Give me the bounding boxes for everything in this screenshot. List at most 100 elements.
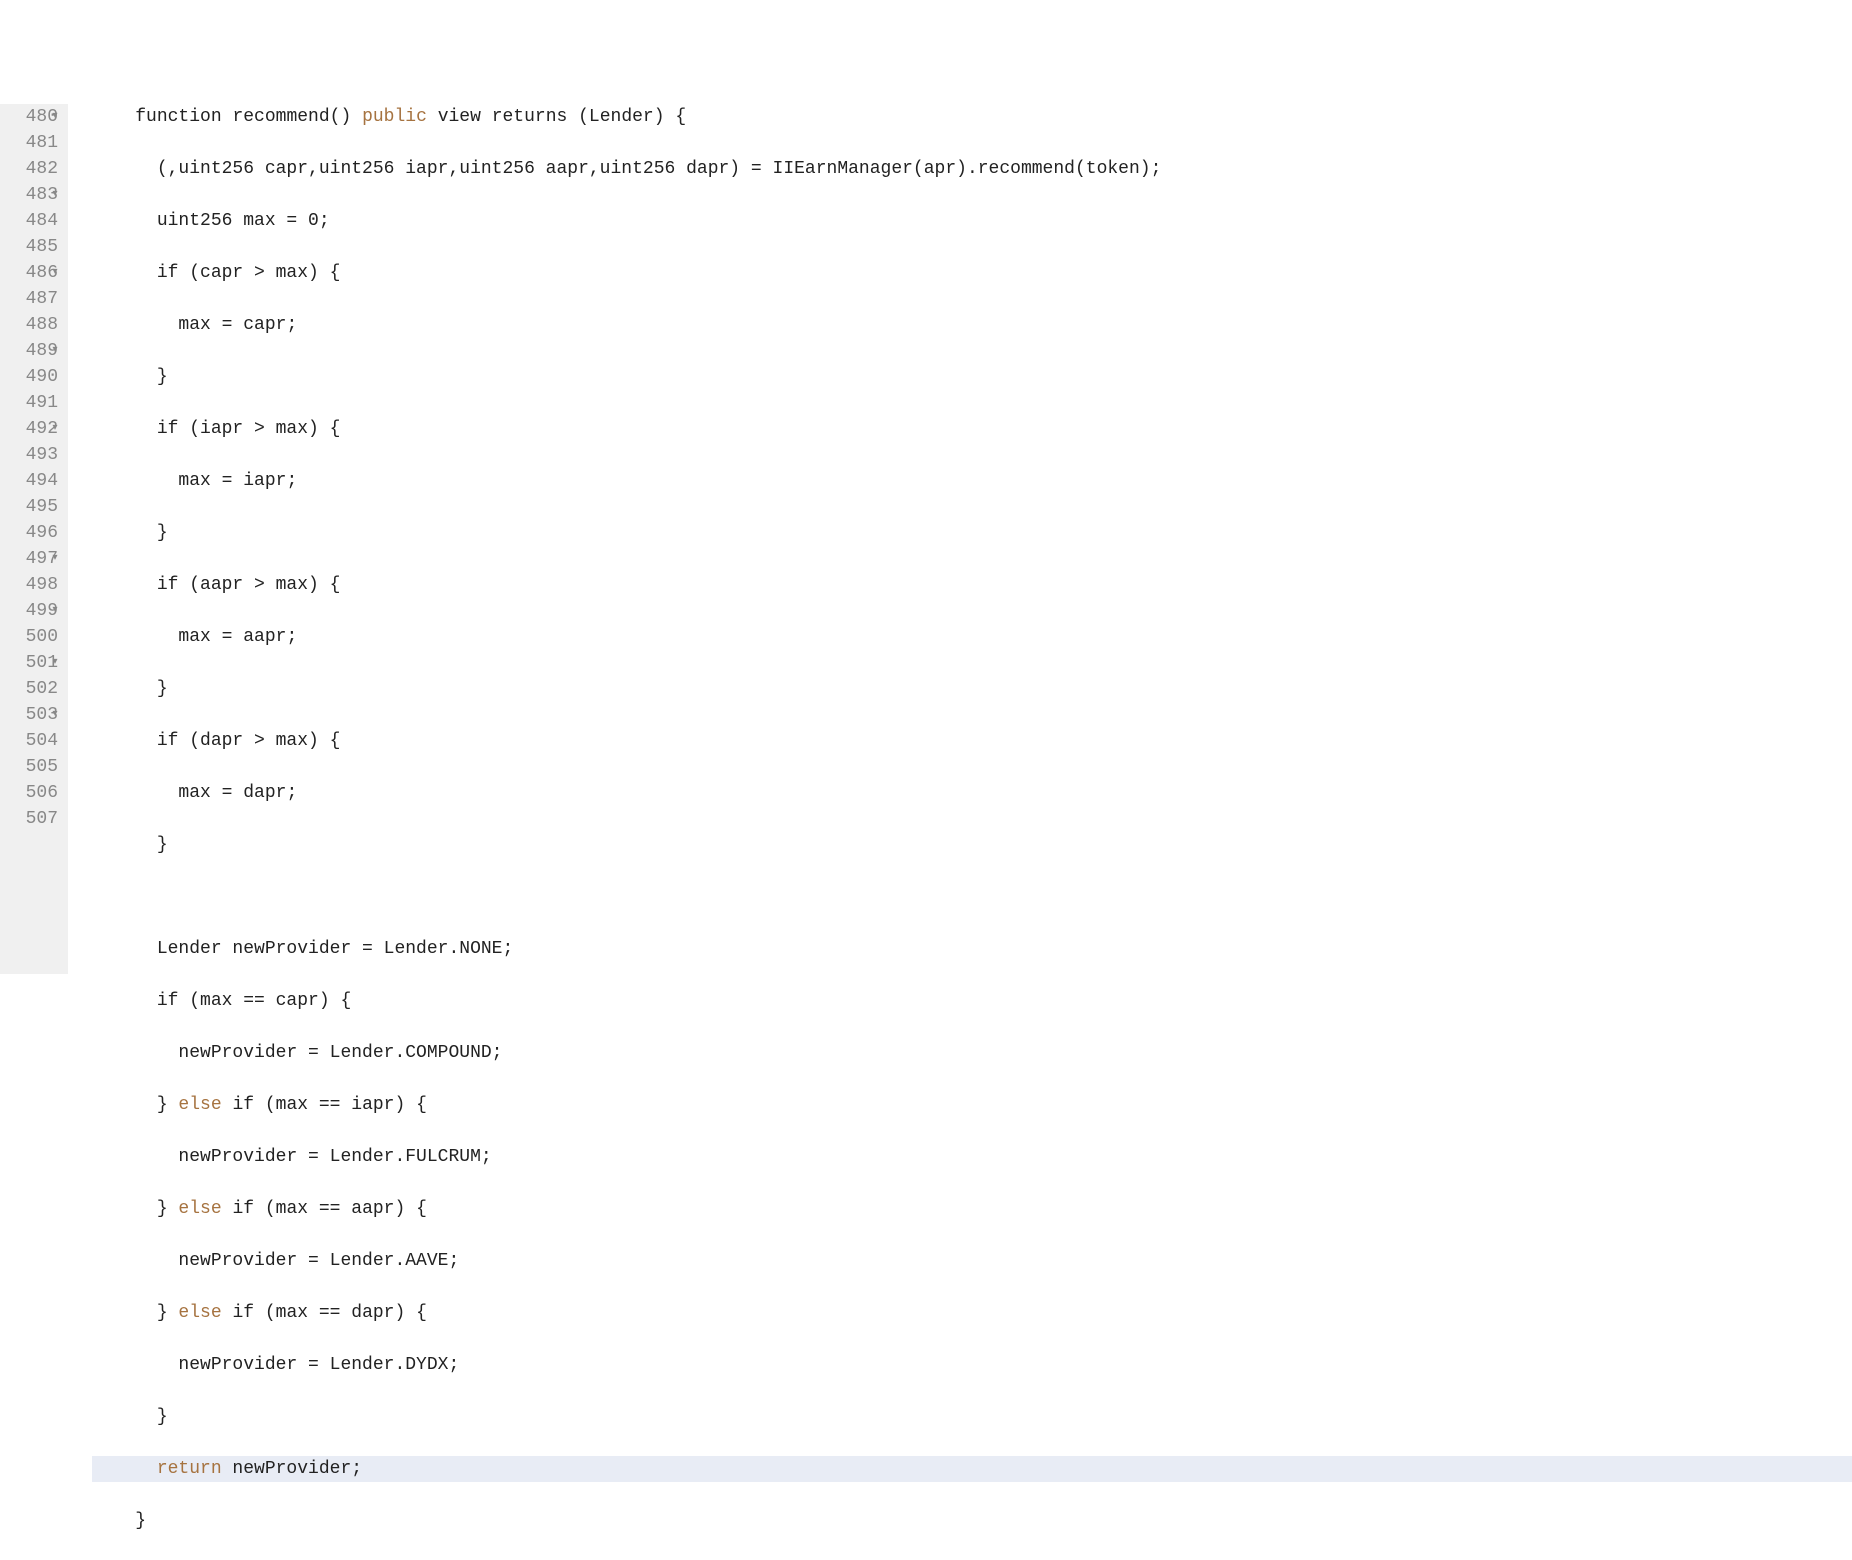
- code-editor[interactable]: 480▾481482483▾484485486▾487488489▾490491…: [0, 104, 1852, 974]
- code-line[interactable]: newProvider = Lender.DYDX;: [92, 1352, 1852, 1378]
- code-line[interactable]: max = capr;: [92, 312, 1852, 338]
- token: (,uint256 capr,uint256 iapr,uint256 aapr…: [157, 159, 1162, 179]
- code-line[interactable]: max = aapr;: [92, 624, 1852, 650]
- fold-toggle-icon[interactable]: ▾: [50, 416, 60, 442]
- token: }: [157, 523, 168, 543]
- fold-toggle-icon[interactable]: ▾: [50, 182, 60, 208]
- code-line[interactable]: if (capr > max) {: [92, 260, 1852, 286]
- token: if (iapr > max) {: [157, 419, 341, 439]
- token: if (max == capr) {: [157, 991, 351, 1011]
- line-number[interactable]: 485: [12, 234, 58, 260]
- token: max = capr;: [178, 315, 297, 335]
- code-line[interactable]: max = dapr;: [92, 780, 1852, 806]
- line-number[interactable]: 489▾: [12, 338, 58, 364]
- token: max = iapr;: [178, 471, 297, 491]
- line-number[interactable]: 496: [12, 520, 58, 546]
- fold-toggle-icon[interactable]: ▾: [50, 546, 60, 572]
- token: if (aapr > max) {: [157, 575, 341, 595]
- code-line[interactable]: [92, 884, 1852, 910]
- code-line[interactable]: }: [92, 1404, 1852, 1430]
- line-number[interactable]: 487: [12, 286, 58, 312]
- token: else: [178, 1199, 221, 1219]
- line-number-text: 505: [26, 754, 58, 780]
- line-number[interactable]: 502: [12, 676, 58, 702]
- line-number-text: 495: [26, 494, 58, 520]
- fold-toggle-icon[interactable]: ▾: [50, 104, 60, 130]
- token: else: [178, 1095, 221, 1115]
- line-number-text: 484: [26, 208, 58, 234]
- code-line[interactable]: if (iapr > max) {: [92, 416, 1852, 442]
- fold-toggle-icon[interactable]: ▾: [50, 598, 60, 624]
- code-line[interactable]: return newProvider;: [92, 1456, 1852, 1482]
- token: max = aapr;: [178, 627, 297, 647]
- line-number[interactable]: 495: [12, 494, 58, 520]
- code-line[interactable]: }: [92, 520, 1852, 546]
- line-number[interactable]: 492▾: [12, 416, 58, 442]
- code-line[interactable]: if (dapr > max) {: [92, 728, 1852, 754]
- token: if (max == iapr) {: [222, 1095, 427, 1115]
- code-line[interactable]: newProvider = Lender.COMPOUND;: [92, 1040, 1852, 1066]
- fold-toggle-icon[interactable]: ▾: [50, 650, 60, 676]
- line-number[interactable]: 481: [12, 130, 58, 156]
- code-line[interactable]: function recommend() public view returns…: [92, 104, 1852, 130]
- code-line[interactable]: }: [92, 676, 1852, 702]
- line-number[interactable]: 484: [12, 208, 58, 234]
- line-number[interactable]: 497▾: [12, 546, 58, 572]
- code-line[interactable]: if (max == capr) {: [92, 988, 1852, 1014]
- line-number[interactable]: 482: [12, 156, 58, 182]
- line-number[interactable]: 504: [12, 728, 58, 754]
- line-number[interactable]: 503▾: [12, 702, 58, 728]
- line-number[interactable]: 493: [12, 442, 58, 468]
- line-number[interactable]: 488: [12, 312, 58, 338]
- line-number-text: 493: [26, 442, 58, 468]
- code-line[interactable]: Lender newProvider = Lender.NONE;: [92, 936, 1852, 962]
- token: }: [157, 367, 168, 387]
- code-line[interactable]: } else if (max == iapr) {: [92, 1092, 1852, 1118]
- code-line[interactable]: newProvider = Lender.AAVE;: [92, 1248, 1852, 1274]
- line-number[interactable]: 505: [12, 754, 58, 780]
- line-number[interactable]: 499▾: [12, 598, 58, 624]
- line-number[interactable]: 494: [12, 468, 58, 494]
- line-number[interactable]: 501▾: [12, 650, 58, 676]
- line-number-text: 491: [26, 390, 58, 416]
- code-line[interactable]: }: [92, 364, 1852, 390]
- token: Lender newProvider = Lender.NONE;: [157, 939, 513, 959]
- line-number-text: 504: [26, 728, 58, 754]
- line-number-text: 487: [26, 286, 58, 312]
- fold-toggle-icon[interactable]: ▾: [50, 702, 60, 728]
- line-number-text: 481: [26, 130, 58, 156]
- token: newProvider = Lender.DYDX;: [178, 1355, 459, 1375]
- token: public: [362, 107, 427, 127]
- code-area[interactable]: function recommend() public view returns…: [68, 104, 1852, 974]
- code-line[interactable]: }: [92, 832, 1852, 858]
- line-number-text: 500: [26, 624, 58, 650]
- fold-toggle-icon[interactable]: ▾: [50, 260, 60, 286]
- code-line[interactable]: newProvider = Lender.FULCRUM;: [92, 1144, 1852, 1170]
- token: else: [178, 1303, 221, 1323]
- line-number[interactable]: 483▾: [12, 182, 58, 208]
- line-number-text: 506: [26, 780, 58, 806]
- token: newProvider;: [222, 1459, 362, 1479]
- line-number[interactable]: 491: [12, 390, 58, 416]
- line-number[interactable]: 486▾: [12, 260, 58, 286]
- code-line[interactable]: max = iapr;: [92, 468, 1852, 494]
- token: uint256 max = 0;: [157, 211, 330, 231]
- line-number-gutter[interactable]: 480▾481482483▾484485486▾487488489▾490491…: [0, 104, 68, 974]
- line-number[interactable]: 507: [12, 806, 58, 832]
- fold-toggle-icon[interactable]: ▾: [50, 338, 60, 364]
- line-number[interactable]: 500: [12, 624, 58, 650]
- token: max = dapr;: [178, 783, 297, 803]
- line-number[interactable]: 490: [12, 364, 58, 390]
- code-line[interactable]: if (aapr > max) {: [92, 572, 1852, 598]
- code-line[interactable]: (,uint256 capr,uint256 iapr,uint256 aapr…: [92, 156, 1852, 182]
- code-line[interactable]: } else if (max == dapr) {: [92, 1300, 1852, 1326]
- token: }: [157, 1407, 168, 1427]
- line-number[interactable]: 498: [12, 572, 58, 598]
- code-line[interactable]: uint256 max = 0;: [92, 208, 1852, 234]
- token: }: [157, 835, 168, 855]
- token: newProvider = Lender.AAVE;: [178, 1251, 459, 1271]
- code-line[interactable]: }: [92, 1508, 1852, 1534]
- line-number[interactable]: 480▾: [12, 104, 58, 130]
- line-number[interactable]: 506: [12, 780, 58, 806]
- code-line[interactable]: } else if (max == aapr) {: [92, 1196, 1852, 1222]
